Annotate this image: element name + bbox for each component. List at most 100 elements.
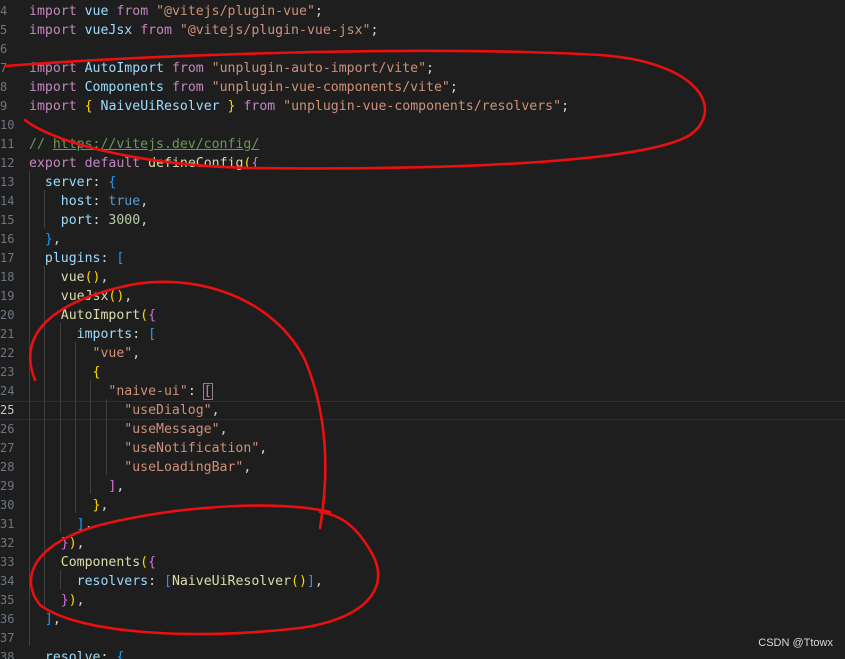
line-number: 7 [0,61,8,75]
code-text: imports: [ [29,325,156,344]
code-line[interactable]: 23 { [0,363,845,382]
code-token: host [60,194,93,209]
line-number: 22 [0,346,15,360]
code-token: import [29,80,77,95]
code-token: [ [202,383,213,400]
code-line[interactable]: 28 "useLoadingBar", [0,458,845,477]
code-token: vue [84,4,109,19]
code-token: NaiveUiResolver [100,99,220,114]
code-token: "useDialog" [124,403,212,418]
line-number: 27 [0,441,15,455]
line-number: 17 [0,251,15,265]
code-line[interactable]: 5 import vueJsx from "@vitejs/plugin-vue-… [0,21,845,40]
code-line[interactable]: 36 ], [0,610,845,629]
line-number: 35 [0,593,15,607]
code-line[interactable]: 15 port: 3000, [0,211,845,230]
code-line[interactable]: 10 [0,116,845,135]
code-token: NaiveUiResolver [171,574,292,589]
code-line[interactable]: 19 vueJsx(), [0,287,845,306]
code-token: from [171,61,204,76]
code-token: ; [449,80,458,95]
code-line[interactable]: 31 ], [0,515,845,534]
line-number: 16 [0,232,15,246]
line-number: 18 [0,270,15,284]
code-token: "@vitejs/plugin-vue-jsx" [179,23,371,38]
code-token: "unplugin-vue-components/vite" [211,80,450,95]
code-text: import { NaiveUiResolver } from "unplugi… [29,97,569,116]
code-token: { [92,365,101,380]
line-number: 32 [0,536,15,550]
code-line[interactable]: 16 }, [0,230,845,249]
code-line[interactable]: 34 resolvers: [NaiveUiResolver()], [0,572,845,591]
line-number: 31 [0,517,15,531]
code-line[interactable]: 26 "useMessage", [0,420,845,439]
code-editor[interactable]: 4 import vue from "@vitejs/plugin-vue"; 5 i… [0,0,845,659]
code-line[interactable]: 17 plugins: [ [0,249,845,268]
code-token: , [76,593,85,608]
code-line[interactable]: 22 "vue", [0,344,845,363]
code-line[interactable]: 13 server: { [0,173,845,192]
code-line[interactable]: 4 import vue from "@vitejs/plugin-vue"; [0,2,845,21]
code-line[interactable]: 12 export default defineConfig({ [0,154,845,173]
watermark-text: CSDN @Ttowx [758,637,833,649]
code-line[interactable]: 8 import Components from "unplugin-vue-co… [0,78,845,97]
code-line[interactable]: 35 }), [0,591,845,610]
code-text: ], [29,610,61,629]
indent-guide [75,342,76,513]
code-token: ; [426,61,434,76]
code-line[interactable]: 32 }), [0,534,845,553]
code-line[interactable]: 38 resolve: { [0,648,845,659]
code-token: resolve [44,650,101,659]
code-line[interactable]: 33 Components({ [0,553,845,572]
code-line[interactable]: 21 imports: [ [0,325,845,344]
line-number: 8 [0,80,8,94]
code-text: resolvers: [NaiveUiResolver()], [29,572,323,591]
code-text: "vue", [29,344,141,363]
code-token: export [29,156,77,171]
code-line[interactable]: 7 import AutoImport from "unplugin-auto-i… [0,59,845,78]
code-line[interactable]: 14 host: true, [0,192,845,211]
code-line[interactable]: 11 // https://vitejs.dev/config/ [0,135,845,154]
code-token: () [291,574,307,589]
line-number: 6 [0,42,8,56]
code-line[interactable]: 24 "naive-ui": [ [0,382,845,401]
code-token: } [227,99,236,114]
code-line[interactable]: 20 AutoImport({ [0,306,845,325]
code-token: () [108,289,125,304]
code-line[interactable]: 18 vue(), [0,268,845,287]
code-token: port [60,213,93,228]
code-text: }, [29,230,61,249]
code-token: } [60,536,69,551]
code-token: , [140,213,149,228]
code-line[interactable]: 30 }, [0,496,845,515]
code-token: "unplugin-auto-import/vite" [211,61,427,76]
code-token: [ [116,251,125,266]
code-token: import [29,23,77,38]
code-line[interactable]: 29 ], [0,477,845,496]
code-line[interactable]: 37 [0,629,845,648]
code-line[interactable]: 9 import { NaiveUiResolver } from "unplug… [0,97,845,116]
code-text: export default defineConfig({ [29,154,259,173]
code-token: { [148,308,157,323]
code-token: "naive-ui" [108,384,188,399]
code-token: server [44,175,93,190]
code-line[interactable]: 27 "useNotification", [0,439,845,458]
code-line[interactable]: 6 [0,40,845,59]
code-token: , [243,460,252,475]
indent-guide [44,190,45,228]
code-token: , [124,289,133,304]
code-token: true [108,194,141,209]
code-line[interactable]: 25 "useDialog", [0,401,845,420]
code-token: Components [60,555,141,570]
code-token: from [140,23,172,38]
